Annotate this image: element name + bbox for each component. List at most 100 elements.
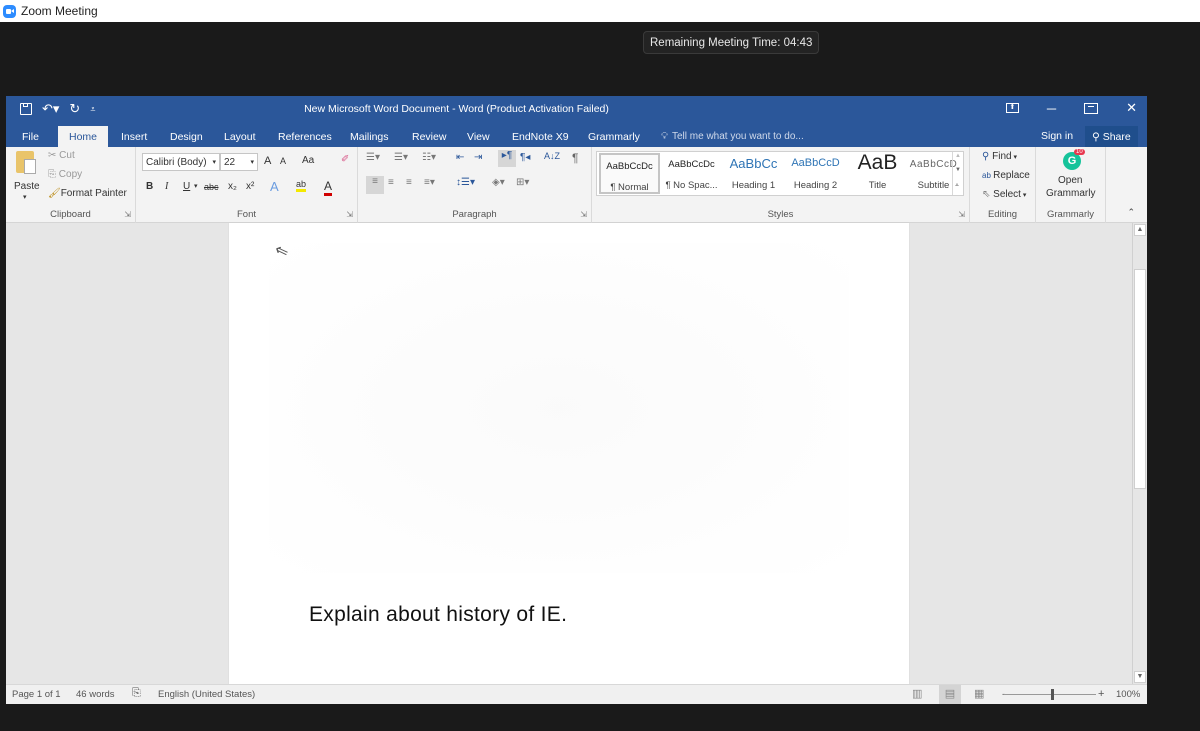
tab-review[interactable]: Review (412, 126, 446, 147)
replace-button[interactable]: ab Replace (982, 170, 1030, 181)
gallery-down-icon[interactable]: ▼ (955, 167, 961, 173)
tab-layout[interactable]: Layout (224, 126, 256, 147)
show-marks-button[interactable]: ¶ (572, 151, 578, 165)
align-right-button[interactable]: ≡ (406, 177, 412, 188)
font-group: Calibri (Body) ▾ 22 ▾ A A Aa ✐ B I U ▾ abc… (136, 147, 358, 223)
vertical-scrollbar[interactable]: ▲ ▼ (1132, 223, 1147, 684)
gallery-more-icon[interactable]: ⩡ (955, 182, 959, 190)
collapse-ribbon-icon[interactable]: ⌃ (1127, 207, 1135, 218)
share-button[interactable]: ⚲ Share (1085, 126, 1138, 147)
format-painter-button[interactable]: 🖌︎Format Painter (48, 188, 127, 199)
copy-button[interactable]: ⎘ Copy (48, 169, 82, 180)
paragraph-launcher-icon[interactable]: ⇲ (580, 210, 587, 219)
tab-grammarly[interactable]: Grammarly (588, 126, 640, 147)
find-button[interactable]: ⚲ Find ▾ (982, 151, 1017, 162)
tab-references[interactable]: References (278, 126, 332, 147)
styles-launcher-icon[interactable]: ⇲ (958, 210, 965, 219)
bullets-button[interactable]: ☰▾ (366, 152, 380, 163)
font-name-combo[interactable]: Calibri (Body) ▾ (142, 153, 220, 171)
proofing-icon[interactable]: ⎘ (132, 687, 141, 700)
justify-button[interactable]: ≡▾ (424, 177, 435, 188)
tab-design[interactable]: Design (170, 126, 203, 147)
ribbon-display-options-icon[interactable]: ⬆ (1005, 103, 1019, 113)
clipboard-launcher-icon[interactable]: ⇲ (124, 210, 131, 219)
font-launcher-icon[interactable]: ⇲ (346, 210, 353, 219)
style-sample: AaBbCcD (791, 157, 840, 169)
align-left-button[interactable]: ≡ (366, 176, 384, 194)
font-size-combo[interactable]: 22 ▾ (220, 153, 258, 171)
superscript-button[interactable]: x² (246, 181, 254, 192)
line-spacing-button[interactable]: ↕☰▾ (456, 177, 475, 188)
language[interactable]: English (United States) (158, 689, 255, 700)
underline-dropdown-icon[interactable]: ▾ (194, 182, 198, 190)
align-center-button[interactable]: ≡ (388, 177, 394, 188)
document-text[interactable]: Explain about history of IE. (309, 603, 567, 627)
timer-label: Remaining Meeting Time: (650, 36, 781, 49)
style-heading-2[interactable]: AaBbCcD Heading 2 (785, 153, 846, 194)
rtl-button[interactable]: ¶◂ (520, 152, 530, 163)
page-count[interactable]: Page 1 of 1 (12, 689, 61, 700)
increase-indent-button[interactable]: ⇥ (474, 152, 482, 163)
word-count[interactable]: 46 words (76, 689, 115, 700)
zoom-in-button[interactable]: + (1098, 688, 1104, 700)
tab-mailings[interactable]: Mailings (350, 126, 389, 147)
shrink-font-button[interactable]: A (280, 156, 286, 166)
grow-font-button[interactable]: A (264, 155, 271, 167)
text-effects-button[interactable]: A (270, 179, 279, 194)
style-sample: AaBbCcDc (606, 161, 653, 172)
style-heading-1[interactable]: AaBbCc Heading 1 (723, 153, 784, 194)
numbering-button[interactable]: ☰▾ (394, 152, 408, 163)
tell-me-search[interactable]: 💡︎ Tell me what you want to do... (661, 126, 804, 147)
sort-button[interactable]: A↓Z (544, 151, 560, 161)
highlight-button[interactable]: ab (296, 179, 307, 192)
select-button[interactable]: ⇖ Select ▾ (982, 189, 1026, 200)
style-no-spacing[interactable]: AaBbCcDc ¶ No Spac... (661, 153, 722, 194)
style-normal[interactable]: AaBbCcDc ¶ Normal (599, 153, 660, 194)
zoom-slider-thumb[interactable] (1051, 689, 1054, 700)
scroll-thumb[interactable] (1134, 269, 1146, 489)
paste-button[interactable]: Paste ▾ (10, 151, 40, 201)
editing-label: Editing (987, 209, 1018, 220)
clear-formatting-icon[interactable]: ✐ (341, 154, 349, 165)
close-button[interactable]: ✕ (1126, 100, 1137, 116)
web-layout-icon[interactable]: ▦ (974, 687, 984, 700)
strikethrough-button[interactable]: abc (204, 182, 219, 192)
styles-gallery-scroll[interactable]: ▲ ▼ ⩡ (952, 152, 963, 195)
style-sample: AaBbCcDc (668, 159, 715, 170)
tab-home[interactable]: Home (58, 126, 109, 147)
ltr-button[interactable]: ▸¶ (498, 150, 516, 167)
change-case-button[interactable]: Aa (302, 155, 314, 166)
restore-button[interactable] (1084, 102, 1099, 114)
minimize-button[interactable]: ─ (1047, 101, 1056, 116)
share-label: Share (1102, 130, 1131, 143)
tab-view[interactable]: View (467, 126, 490, 147)
cut-button[interactable]: ✂ Cut (48, 150, 75, 161)
document-page[interactable]: ⇖ Explain about history of IE. (229, 223, 909, 684)
paste-dropdown-icon: ▾ (23, 194, 27, 201)
sign-in-link[interactable]: Sign in (1041, 130, 1073, 142)
styles-gallery: AaBbCcDc ¶ Normal AaBbCcDc ¶ No Spac... … (596, 151, 964, 196)
bold-button[interactable]: B (146, 181, 153, 192)
lightbulb-icon: 💡︎ (661, 131, 668, 142)
read-mode-icon[interactable]: ▥ (912, 687, 922, 700)
print-layout-icon[interactable]: ▤ (939, 685, 961, 704)
tab-endnote[interactable]: EndNote X9 (512, 126, 569, 147)
borders-button[interactable]: ⊞▾ (516, 177, 529, 188)
style-title[interactable]: AaB Title (847, 153, 908, 194)
underline-button[interactable]: U (183, 181, 190, 192)
italic-button[interactable]: I (165, 181, 168, 192)
scroll-down-icon[interactable]: ▼ (1134, 671, 1146, 683)
open-grammarly-button[interactable]: G 10 Open Grammarly (1036, 147, 1106, 207)
shading-button[interactable]: ◈▾ (492, 177, 505, 188)
zoom-slider[interactable] (1004, 694, 1096, 695)
scroll-up-icon[interactable]: ▲ (1134, 224, 1146, 236)
tab-insert[interactable]: Insert (121, 126, 147, 147)
tab-file[interactable]: File (22, 126, 39, 147)
font-color-button[interactable]: A (324, 179, 333, 196)
decrease-indent-button[interactable]: ⇤ (456, 152, 464, 163)
multilevel-list-button[interactable]: ☷▾ (422, 152, 436, 163)
meeting-timer: Remaining Meeting Time: 04:43 (643, 31, 820, 54)
gallery-up-icon[interactable]: ▲ (955, 153, 961, 159)
zoom-level[interactable]: 100% (1116, 689, 1140, 700)
subscript-button[interactable]: x₂ (228, 181, 237, 192)
